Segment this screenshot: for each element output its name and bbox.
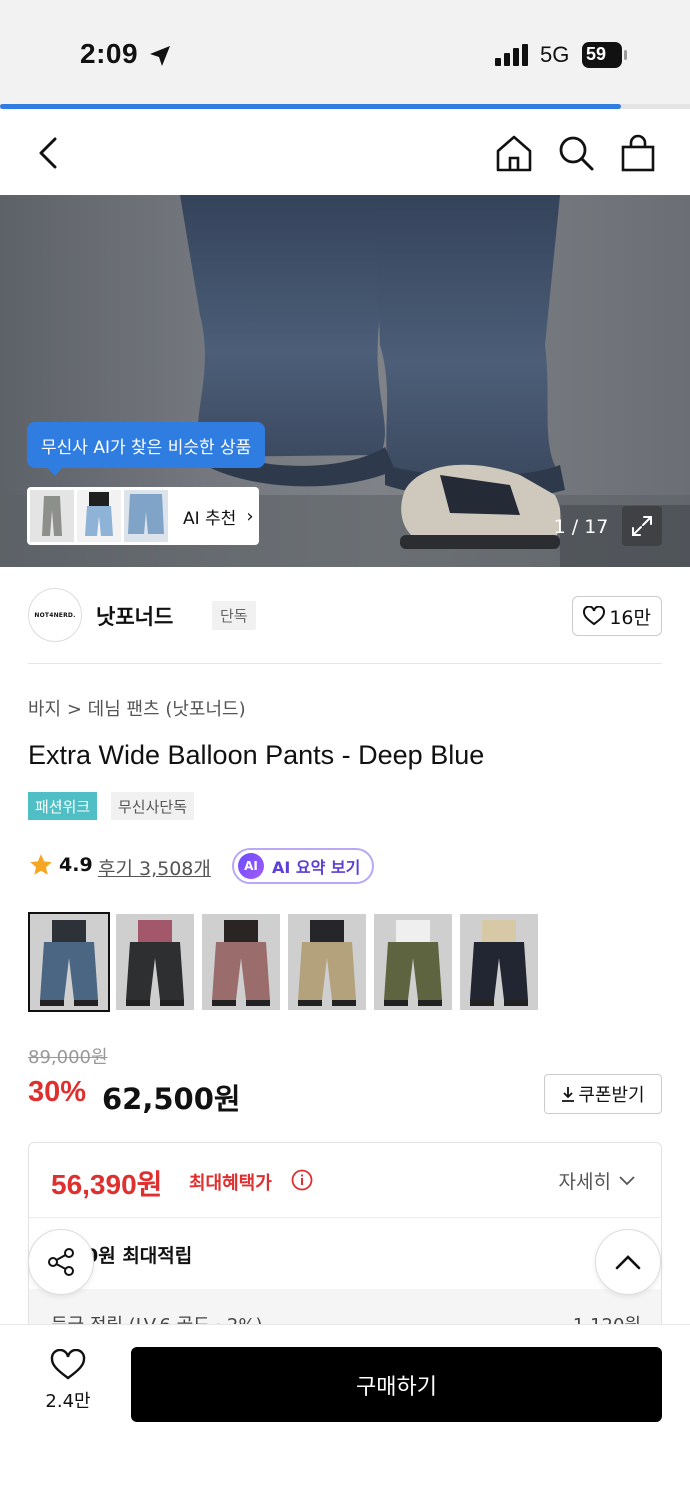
wishlist-button[interactable]: 2.4만	[28, 1348, 108, 1419]
cell-signal-icon	[495, 44, 528, 66]
share-icon	[48, 1248, 74, 1276]
buy-button[interactable]: 구매하기	[131, 1347, 662, 1422]
color-option-image	[116, 914, 194, 1010]
original-price: 89,000원	[28, 1047, 108, 1068]
download-icon	[562, 1087, 575, 1102]
color-option-black-washed[interactable]	[114, 912, 196, 1012]
fashion-week-badge: 패션위크	[28, 792, 98, 820]
chevron-right-icon: ›	[246, 505, 254, 527]
coupon-label: 쿠폰받기	[578, 1085, 645, 1106]
color-option-image	[288, 914, 366, 1010]
similar-thumb-3	[124, 490, 168, 542]
buy-button-label: 구매하기	[356, 1374, 437, 1400]
heart-icon	[50, 1348, 86, 1380]
wishlist-count: 2.4만	[45, 1391, 91, 1412]
color-option-deep-blue[interactable]	[28, 912, 110, 1012]
bottom-action-bar: 2.4만 구매하기	[0, 1324, 690, 1500]
benefit-panel: 56,390원 최대혜택가 자세히 0원 최대적립 등급 적립 (LV.6 골드…	[28, 1142, 662, 1332]
color-option-pink[interactable]	[200, 912, 282, 1012]
brand-name[interactable]: 낫포너드	[96, 601, 173, 631]
color-option-image	[202, 914, 280, 1010]
cart-bag-icon[interactable]	[616, 131, 660, 175]
exclusive-badge: 무신사단독	[111, 792, 195, 820]
ai-similar-bubble[interactable]: 무신사 AI가 찾은 비슷한 상품	[27, 422, 266, 476]
brand-like-button[interactable]: 16만	[572, 596, 662, 636]
product-image-carousel[interactable]: 무신사 AI가 찾은 비슷한 상품 AI 추천 › 1 / 17	[0, 195, 690, 567]
image-page-counter: 1 / 17	[553, 516, 609, 538]
max-benefit-label: 최대혜택가	[189, 1173, 272, 1194]
max-benefit-price: 56,390원	[51, 1169, 163, 1200]
chevron-down-icon	[619, 1175, 635, 1185]
search-icon[interactable]	[554, 131, 598, 175]
review-count-link[interactable]: 후기 3,508개	[98, 854, 211, 881]
top-nav	[0, 109, 690, 195]
scroll-top-button[interactable]	[595, 1229, 661, 1295]
color-option-navy[interactable]	[458, 912, 540, 1012]
ai-recommend-card[interactable]: AI 추천 ›	[27, 487, 259, 545]
similar-thumb-2	[77, 490, 121, 542]
share-button[interactable]	[28, 1229, 94, 1295]
color-option-image	[374, 914, 452, 1010]
similar-thumb-1	[30, 490, 74, 542]
battery-level: 59	[586, 44, 607, 64]
heart-icon	[583, 606, 606, 626]
color-option-khaki[interactable]	[372, 912, 454, 1012]
product-title: Extra Wide Balloon Pants - Deep Blue	[28, 740, 485, 770]
rating-row: 4.9 후기 3,508개 AI AI 요약 보기	[28, 848, 662, 884]
discount-rate: 30%	[28, 1076, 87, 1108]
brand-logo-text: NOT4NERD.	[34, 611, 76, 619]
home-icon[interactable]	[492, 131, 536, 175]
back-icon[interactable]	[26, 131, 70, 175]
ai-summary-icon: AI	[238, 853, 264, 879]
ai-summary-button[interactable]: AI AI 요약 보기	[232, 848, 375, 884]
brand-logo[interactable]: NOT4NERD.	[28, 588, 82, 642]
sale-price: 62,500원	[102, 1082, 241, 1116]
divider	[28, 663, 662, 664]
benefit-detail-toggle[interactable]: 자세히	[559, 1167, 635, 1194]
brand-row: NOT4NERD. 낫포너드 단독 16만	[28, 588, 662, 644]
info-icon[interactable]	[291, 1169, 313, 1191]
status-bar: 2:09 5G 59	[0, 0, 690, 109]
ai-recommend-label: AI 추천	[183, 508, 237, 529]
color-option-image	[30, 914, 108, 1010]
max-points-line: 0원 최대적립	[85, 1245, 193, 1267]
brand-exclusive-tag: 단독	[212, 601, 256, 630]
color-options	[28, 912, 548, 1012]
chevron-up-icon	[615, 1255, 641, 1270]
benefit-detail-label: 자세히	[558, 1171, 611, 1193]
breadcrumb[interactable]: 바지 > 데님 팬츠 (낫포너드)	[28, 695, 246, 721]
location-arrow-icon	[150, 46, 170, 66]
color-option-image	[460, 914, 538, 1010]
color-option-beige[interactable]	[286, 912, 368, 1012]
expand-icon[interactable]	[622, 506, 662, 546]
star-icon	[30, 854, 52, 875]
network-type: 5G	[540, 42, 570, 67]
ai-summary-label: AI 요약 보기	[272, 858, 361, 877]
divider	[29, 1217, 661, 1218]
coupon-button[interactable]: 쿠폰받기	[544, 1074, 662, 1114]
rating-score: 4.9	[59, 854, 93, 876]
brand-like-count: 16만	[609, 606, 651, 629]
status-time: 2:09	[80, 38, 139, 69]
